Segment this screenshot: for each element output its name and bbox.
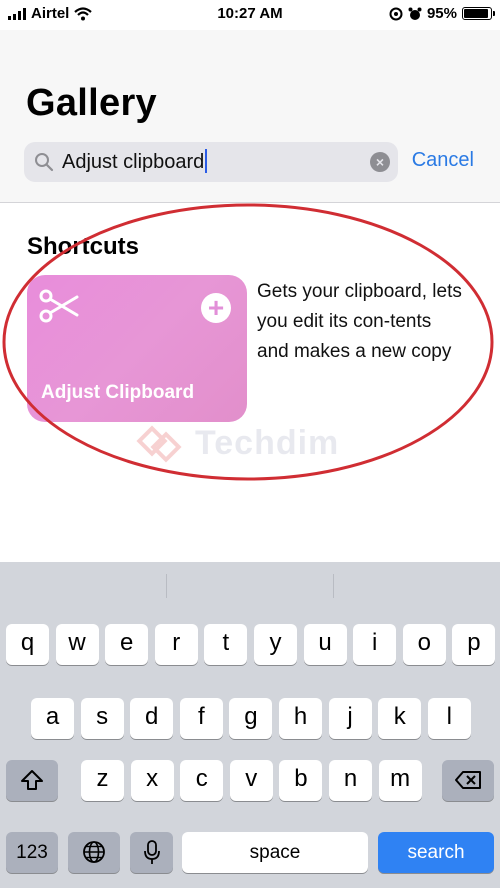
battery-percent: 95% [426, 5, 457, 22]
key-z[interactable]: z [81, 760, 124, 801]
key-i[interactable]: i [353, 624, 397, 665]
key-y[interactable]: y [254, 624, 297, 665]
clear-search-button[interactable]: × [370, 152, 390, 172]
key-a[interactable]: a [31, 698, 74, 739]
key-c[interactable]: c [180, 760, 224, 801]
microphone-icon [143, 840, 160, 864]
key-m[interactable]: m [378, 760, 422, 801]
key-d[interactable]: d [130, 698, 174, 739]
key-x[interactable]: x [130, 760, 174, 801]
key-n[interactable]: n [329, 760, 372, 801]
shift-icon [21, 770, 43, 790]
key-t[interactable]: t [204, 624, 248, 665]
key-w[interactable]: w [55, 624, 99, 665]
key-j[interactable]: j [328, 698, 372, 739]
key-h[interactable]: h [279, 698, 322, 739]
key-o[interactable]: o [402, 624, 446, 665]
key-k[interactable]: k [378, 698, 422, 739]
battery-fill [464, 9, 488, 18]
dictation-key[interactable] [130, 832, 173, 873]
key-l[interactable]: l [427, 698, 471, 739]
battery-icon [462, 7, 495, 20]
search-icon [35, 153, 54, 172]
key-p[interactable]: p [452, 624, 496, 665]
page-title: Gallery [26, 82, 157, 124]
key-r[interactable]: r [154, 624, 198, 665]
key-f[interactable]: f [179, 698, 223, 739]
backspace-icon [455, 771, 481, 789]
key-u[interactable]: u [303, 624, 347, 665]
numbers-key[interactable]: 123 [6, 832, 58, 873]
status-right: 95% [389, 5, 495, 22]
predictive-bar [0, 562, 500, 608]
text-caret [205, 148, 208, 173]
search-value: Adjust clipboard [62, 151, 205, 173]
globe-key[interactable] [68, 832, 120, 873]
key-g[interactable]: g [229, 698, 273, 739]
search-field-text[interactable]: Adjust clipboard [62, 148, 208, 174]
delete-key[interactable] [442, 760, 494, 801]
keyboard: q w e r t y u i o p a s d f g h j k l z x c v b n m 123 space search [0, 562, 500, 888]
location-lock-icon [389, 7, 403, 20]
key-b[interactable]: b [279, 760, 323, 801]
predictive-divider [166, 574, 167, 598]
globe-icon [83, 841, 105, 863]
shift-key[interactable] [6, 760, 58, 801]
key-s[interactable]: s [80, 698, 124, 739]
predictive-divider [333, 574, 334, 598]
search-input[interactable]: Adjust clipboard × [24, 142, 398, 182]
key-q[interactable]: q [6, 624, 49, 665]
status-bar: Airtel 10:27 AM 95% [0, 0, 500, 30]
gallery-header: Gallery Adjust clipboard × Cancel [0, 30, 500, 203]
search-key[interactable]: search [378, 832, 494, 873]
space-key[interactable]: space [182, 832, 368, 873]
cancel-button[interactable]: Cancel [412, 149, 474, 172]
key-v[interactable]: v [229, 760, 273, 801]
alarm-icon [408, 7, 422, 20]
highlight-ellipse [2, 203, 494, 481]
key-e[interactable]: e [105, 624, 149, 665]
